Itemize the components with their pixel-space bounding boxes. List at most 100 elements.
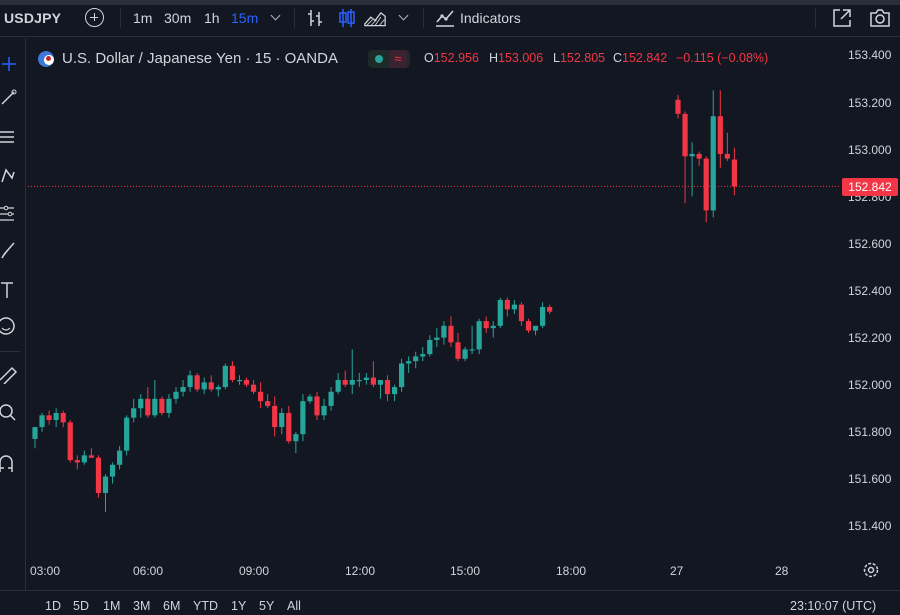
candle-body [293,434,299,442]
candle-body [109,464,116,477]
candle-body [81,455,87,463]
legend-high: H153.006 [489,51,543,65]
candle-body [60,412,66,423]
candle-body [250,384,257,392]
jpy-flag-dot [46,56,51,61]
candle-body [731,159,737,187]
candle-body [53,412,59,421]
candle-body [703,158,709,211]
range-1m-button[interactable]: 1M [103,599,120,613]
time-axis-label: 09:00 [239,564,270,578]
candle-body [258,391,264,402]
range-all-button[interactable]: All [287,599,301,613]
candle-body [145,398,151,416]
candle-body [314,396,320,416]
legend-high-value: 153.006 [498,51,544,65]
candle-body [131,408,137,418]
candle-body [370,377,376,385]
range-ytd-button[interactable]: YTD [193,599,218,613]
time-axis-label: 27 [670,564,684,578]
candle-body [321,405,327,416]
range-3m-button[interactable]: 3M [133,599,150,613]
candle-body [152,398,158,416]
candle-body [74,460,80,463]
candle-body [540,306,546,326]
legend-change: −0.115 (−0.08%) [676,51,768,65]
range-6m-button[interactable]: 6M [163,599,180,613]
candle-body [222,365,228,388]
candle-body [236,379,243,382]
chart-symbol-title[interactable]: U.S. Dollar / Japanese Yen · 15 · OANDA [62,50,338,67]
candle-body [194,375,200,390]
legend-low-value: 152.805 [559,51,606,65]
legend-low: L152.805 [553,51,605,65]
candle-body [173,391,179,399]
candle-body [166,398,172,413]
candle-body [675,99,681,114]
candle-body [32,427,38,439]
candle-body [117,450,123,465]
price-axis-label: 152.000 [848,378,892,392]
candle-body [356,379,362,382]
candle-body [102,476,109,494]
legend-open-key: O [424,51,434,65]
candle-body [363,377,369,380]
time-axis-label: 06:00 [133,564,164,578]
current-price-tag: 152.842 [842,178,898,196]
candle-body [490,325,496,329]
range-5d-button[interactable]: 5D [73,599,89,613]
candle-body [208,382,214,390]
time-axis-label: 18:00 [556,564,587,578]
candle-body [391,387,398,395]
candle-body [286,412,292,442]
candle-body [682,113,688,157]
price-axis-label: 153.400 [848,48,892,62]
candle-body [525,321,532,331]
legend-change-value: −0.115 (−0.08%) [676,51,769,65]
utc-clock[interactable]: 23:10:07 (UTC) [790,599,876,613]
legend-high-key: H [489,51,499,65]
candle-body [272,405,278,428]
candle-body [88,455,94,458]
candle-body [39,415,45,428]
market-open-dot-icon [375,55,383,63]
candle-body [187,375,193,388]
candle-body [265,401,271,406]
candle-body [328,391,334,406]
candle-body [377,379,384,385]
candle-body [384,379,391,395]
price-axis-label: 152.200 [848,331,892,345]
data-delay-wave-icon[interactable]: ≈ [389,50,407,68]
legend-low-key: L [553,51,560,65]
candle-body [717,116,723,154]
candle-body [441,325,447,338]
candle-body [95,457,102,494]
chart-settings-gear-icon[interactable] [862,561,880,579]
candle-body [46,415,52,421]
range-5y-button[interactable]: 5Y [259,599,274,613]
candle-body [399,363,405,388]
price-chart[interactable] [0,0,900,615]
price-axis-label: 153.000 [848,143,892,157]
candle-body [696,153,702,159]
candle-body [159,398,165,413]
range-1y-button[interactable]: 1Y [231,599,246,613]
candle-body [448,325,454,343]
candle-body [462,349,468,359]
legend-open: O152.956 [424,51,479,65]
candle-body [427,339,433,355]
candle-body [406,361,412,364]
candle-body [434,337,440,340]
range-1d-button[interactable]: 1D [45,599,61,613]
candle-body [243,379,250,385]
candle-body [511,304,517,310]
candle-body [349,379,355,385]
candle-body [724,153,730,159]
price-axis-label: 151.600 [848,472,892,486]
price-axis-label: 151.800 [848,425,892,439]
legend-close: C152.842 [613,51,667,65]
legend-close-key: C [613,51,623,65]
candle-body [300,401,306,435]
candle-body [215,387,221,390]
price-axis-label: 152.400 [848,284,892,298]
